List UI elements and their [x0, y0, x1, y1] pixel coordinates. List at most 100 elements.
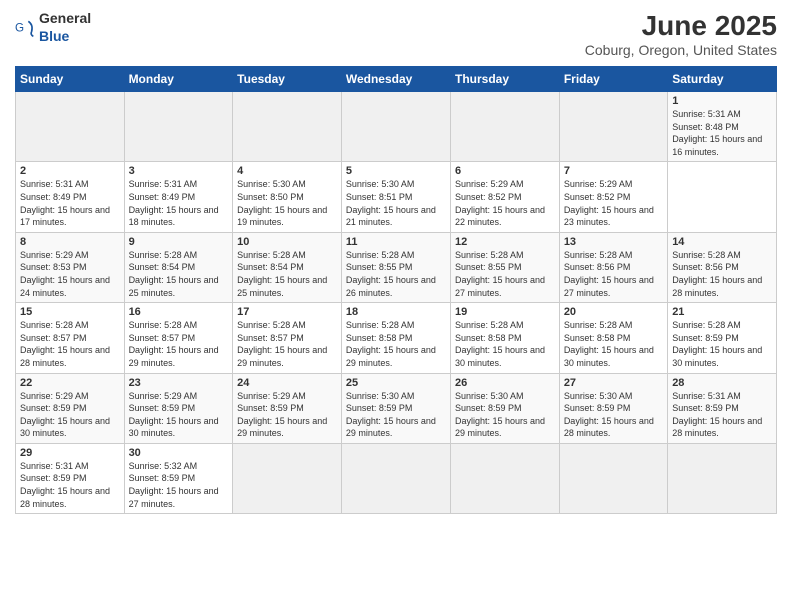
table-row: 17Sunrise: 5:28 AMSunset: 8:57 PMDayligh…: [233, 303, 342, 373]
day-info: Sunrise: 5:28 AMSunset: 8:56 PMDaylight:…: [564, 249, 663, 299]
table-row: 20Sunrise: 5:28 AMSunset: 8:58 PMDayligh…: [559, 303, 667, 373]
day-info: Sunrise: 5:28 AMSunset: 8:54 PMDaylight:…: [129, 249, 229, 299]
week-row-4: 22Sunrise: 5:29 AMSunset: 8:59 PMDayligh…: [16, 373, 777, 443]
table-row: 10Sunrise: 5:28 AMSunset: 8:54 PMDayligh…: [233, 232, 342, 302]
logo: G General Blue: [15, 10, 91, 46]
day-info: Sunrise: 5:28 AMSunset: 8:55 PMDaylight:…: [455, 249, 555, 299]
day-number: 6: [455, 165, 555, 177]
table-row: [233, 443, 342, 513]
day-number: 20: [564, 306, 663, 318]
table-row: 21Sunrise: 5:28 AMSunset: 8:59 PMDayligh…: [668, 303, 777, 373]
table-row: 1Sunrise: 5:31 AMSunset: 8:48 PMDaylight…: [668, 92, 777, 162]
day-number: 26: [455, 377, 555, 389]
day-info: Sunrise: 5:29 AMSunset: 8:52 PMDaylight:…: [564, 178, 663, 228]
table-row: 26Sunrise: 5:30 AMSunset: 8:59 PMDayligh…: [450, 373, 559, 443]
day-number: 7: [564, 165, 663, 177]
day-info: Sunrise: 5:31 AMSunset: 8:49 PMDaylight:…: [129, 178, 229, 228]
table-row: 16Sunrise: 5:28 AMSunset: 8:57 PMDayligh…: [124, 303, 233, 373]
day-number: 23: [129, 377, 229, 389]
week-row-3: 15Sunrise: 5:28 AMSunset: 8:57 PMDayligh…: [16, 303, 777, 373]
day-info: Sunrise: 5:28 AMSunset: 8:58 PMDaylight:…: [346, 319, 446, 369]
day-number: 3: [129, 165, 229, 177]
day-info: Sunrise: 5:30 AMSunset: 8:59 PMDaylight:…: [564, 390, 663, 440]
day-number: 2: [20, 165, 120, 177]
subtitle: Coburg, Oregon, United States: [585, 42, 777, 58]
day-number: 30: [129, 447, 229, 459]
week-row-5: 29Sunrise: 5:31 AMSunset: 8:59 PMDayligh…: [16, 443, 777, 513]
day-number: 16: [129, 306, 229, 318]
day-number: 10: [237, 236, 337, 248]
table-row: 15Sunrise: 5:28 AMSunset: 8:57 PMDayligh…: [16, 303, 125, 373]
table-row: [124, 92, 233, 162]
day-number: 15: [20, 306, 120, 318]
col-wednesday: Wednesday: [341, 67, 450, 92]
col-friday: Friday: [559, 67, 667, 92]
table-row: 14Sunrise: 5:28 AMSunset: 8:56 PMDayligh…: [668, 232, 777, 302]
table-row: 27Sunrise: 5:30 AMSunset: 8:59 PMDayligh…: [559, 373, 667, 443]
day-info: Sunrise: 5:31 AMSunset: 8:59 PMDaylight:…: [672, 390, 772, 440]
table-row: 7Sunrise: 5:29 AMSunset: 8:52 PMDaylight…: [559, 162, 667, 232]
day-number: 25: [346, 377, 446, 389]
table-row: 11Sunrise: 5:28 AMSunset: 8:55 PMDayligh…: [341, 232, 450, 302]
day-info: Sunrise: 5:30 AMSunset: 8:51 PMDaylight:…: [346, 178, 446, 228]
day-number: 11: [346, 236, 446, 248]
day-number: 17: [237, 306, 337, 318]
day-info: Sunrise: 5:30 AMSunset: 8:50 PMDaylight:…: [237, 178, 337, 228]
table-row: [668, 443, 777, 513]
table-row: 19Sunrise: 5:28 AMSunset: 8:58 PMDayligh…: [450, 303, 559, 373]
svg-text:G: G: [15, 21, 24, 34]
table-row: 29Sunrise: 5:31 AMSunset: 8:59 PMDayligh…: [16, 443, 125, 513]
table-row: 22Sunrise: 5:29 AMSunset: 8:59 PMDayligh…: [16, 373, 125, 443]
table-row: 13Sunrise: 5:28 AMSunset: 8:56 PMDayligh…: [559, 232, 667, 302]
day-info: Sunrise: 5:31 AMSunset: 8:49 PMDaylight:…: [20, 178, 120, 228]
day-info: Sunrise: 5:29 AMSunset: 8:53 PMDaylight:…: [20, 249, 120, 299]
col-monday: Monday: [124, 67, 233, 92]
day-info: Sunrise: 5:30 AMSunset: 8:59 PMDaylight:…: [455, 390, 555, 440]
day-number: 14: [672, 236, 772, 248]
day-number: 22: [20, 377, 120, 389]
table-row: [450, 443, 559, 513]
day-info: Sunrise: 5:29 AMSunset: 8:59 PMDaylight:…: [129, 390, 229, 440]
day-number: 19: [455, 306, 555, 318]
table-row: 9Sunrise: 5:28 AMSunset: 8:54 PMDaylight…: [124, 232, 233, 302]
logo-blue: Blue: [39, 28, 69, 44]
day-info: Sunrise: 5:28 AMSunset: 8:59 PMDaylight:…: [672, 319, 772, 369]
page: G General Blue June 2025 Coburg, Oregon,…: [0, 0, 792, 612]
day-number: 9: [129, 236, 229, 248]
day-number: 28: [672, 377, 772, 389]
day-info: Sunrise: 5:28 AMSunset: 8:58 PMDaylight:…: [564, 319, 663, 369]
day-number: 29: [20, 447, 120, 459]
table-row: 30Sunrise: 5:32 AMSunset: 8:59 PMDayligh…: [124, 443, 233, 513]
header: G General Blue June 2025 Coburg, Oregon,…: [15, 10, 777, 58]
logo-general: General: [39, 10, 91, 26]
day-info: Sunrise: 5:29 AMSunset: 8:59 PMDaylight:…: [20, 390, 120, 440]
day-number: 4: [237, 165, 337, 177]
day-info: Sunrise: 5:30 AMSunset: 8:59 PMDaylight:…: [346, 390, 446, 440]
table-row: 6Sunrise: 5:29 AMSunset: 8:52 PMDaylight…: [450, 162, 559, 232]
table-row: [341, 443, 450, 513]
day-info: Sunrise: 5:28 AMSunset: 8:58 PMDaylight:…: [455, 319, 555, 369]
day-number: 21: [672, 306, 772, 318]
col-thursday: Thursday: [450, 67, 559, 92]
main-title: June 2025: [585, 10, 777, 42]
table-row: 3Sunrise: 5:31 AMSunset: 8:49 PMDaylight…: [124, 162, 233, 232]
week-row-1: 2Sunrise: 5:31 AMSunset: 8:49 PMDaylight…: [16, 162, 777, 232]
day-info: Sunrise: 5:28 AMSunset: 8:56 PMDaylight:…: [672, 249, 772, 299]
day-info: Sunrise: 5:28 AMSunset: 8:57 PMDaylight:…: [20, 319, 120, 369]
table-row: [233, 92, 342, 162]
table-row: 18Sunrise: 5:28 AMSunset: 8:58 PMDayligh…: [341, 303, 450, 373]
day-number: 1: [672, 95, 772, 107]
col-tuesday: Tuesday: [233, 67, 342, 92]
day-number: 18: [346, 306, 446, 318]
day-number: 8: [20, 236, 120, 248]
day-number: 13: [564, 236, 663, 248]
day-number: 5: [346, 165, 446, 177]
day-info: Sunrise: 5:32 AMSunset: 8:59 PMDaylight:…: [129, 460, 229, 510]
table-row: [559, 92, 667, 162]
day-number: 27: [564, 377, 663, 389]
table-row: 4Sunrise: 5:30 AMSunset: 8:50 PMDaylight…: [233, 162, 342, 232]
table-row: 25Sunrise: 5:30 AMSunset: 8:59 PMDayligh…: [341, 373, 450, 443]
week-row-2: 8Sunrise: 5:29 AMSunset: 8:53 PMDaylight…: [16, 232, 777, 302]
table-row: 28Sunrise: 5:31 AMSunset: 8:59 PMDayligh…: [668, 373, 777, 443]
col-saturday: Saturday: [668, 67, 777, 92]
